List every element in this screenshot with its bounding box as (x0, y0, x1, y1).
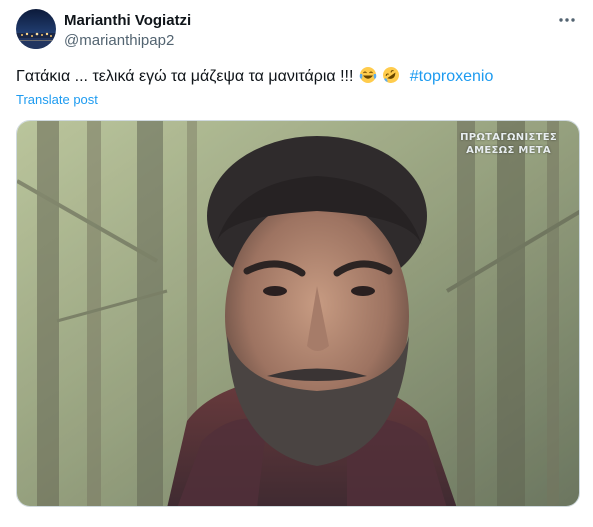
author-handle[interactable]: @marianthipap2 (64, 32, 174, 49)
rolling-on-floor-laughing-emoji (383, 67, 400, 83)
more-horizontal-icon (559, 18, 575, 22)
overlay-line-1: ΠΡΩΤΑΓΩΝΙΣΤΕΣ (460, 132, 557, 143)
face-with-tears-of-joy-emoji (359, 67, 377, 83)
more-options-button[interactable] (555, 10, 579, 30)
media-photo (17, 121, 579, 506)
post-text: Γατάκια ... τελικά εγώ τα μάζεψα τα μανι… (16, 66, 493, 87)
hashtag-link[interactable]: #toproxenio (410, 68, 494, 85)
translate-post-link[interactable]: Translate post (16, 92, 98, 107)
tweet-card: Marianthi Vogiatzi @marianthipap2 Γατάκι… (0, 0, 593, 527)
avatar-image (16, 9, 56, 49)
overlay-line-2: ΑΜΕΣΩΣ ΜΕΤΑ (466, 145, 551, 156)
tv-overlay-text: ΠΡΩΤΑΓΩΝΙΣΤΕΣ ΑΜΕΣΩΣ ΜΕΤΑ (460, 131, 557, 157)
post-body-text: Γατάκια ... τελικά εγώ τα μάζεψα τα μανι… (16, 68, 354, 85)
author-display-name[interactable]: Marianthi Vogiatzi (64, 12, 191, 29)
avatar[interactable] (16, 9, 56, 49)
post-media-image[interactable]: ΠΡΩΤΑΓΩΝΙΣΤΕΣ ΑΜΕΣΩΣ ΜΕΤΑ (16, 120, 580, 507)
